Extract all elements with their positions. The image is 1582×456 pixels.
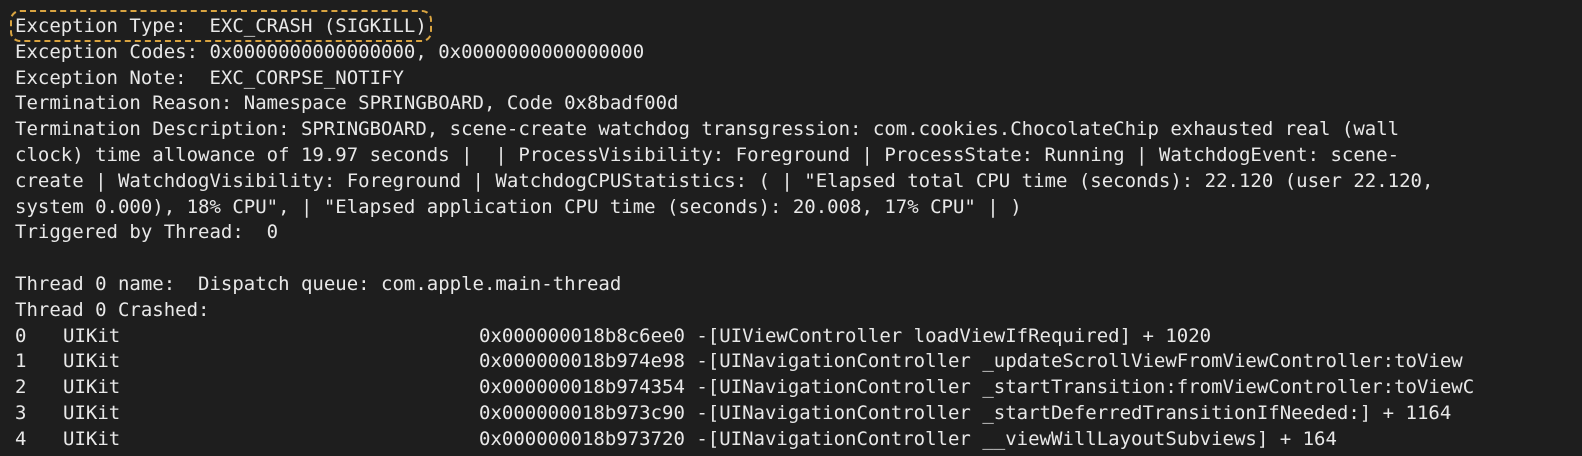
frame-index: 0 [15,324,27,347]
crash-log-terminal: Exception Type: EXC_CRASH (SIGKILL) Exce… [0,0,1582,456]
termination-description-line-3: create | WatchdogVisibility: Foreground … [15,169,1434,192]
thread-name-line: Thread 0 name: Dispatch queue: com.apple… [15,272,622,295]
frame-address-symbol: 0x000000018b8c6ee0 -[UIViewController lo… [479,324,1212,347]
frame-library: UIKit [63,350,121,373]
frame-index: 2 [15,376,27,399]
stack-frames: 0 UIKit 0x000000018b8c6ee0 -[UIViewControl… [15,324,1582,453]
stack-frame-row: 0 UIKit 0x000000018b8c6ee0 -[UIViewControl… [15,324,1582,350]
stack-frame-row: 1 UIKit 0x000000018b974e98 -[UINavigationC… [15,349,1582,375]
triggered-by-thread-line: Triggered by Thread: 0 [15,221,279,244]
exception-codes-line: Exception Codes: 0x0000000000000000, 0x0… [15,40,645,63]
frame-address-symbol: 0x000000018b973720 -[UINavigationControl… [479,427,1337,450]
frame-address-symbol: 0x000000018b974e98 -[UINavigationControl… [479,350,1463,373]
frame-address-symbol: 0x000000018b973c90 -[UINavigationControl… [479,401,1452,424]
frame-library: UIKit [63,427,121,450]
stack-frame-row: 4 UIKit 0x000000018b973720 -[UINavigationC… [15,427,1582,453]
frame-library: UIKit [63,401,121,424]
exception-type-line: Exception Type: EXC_CRASH (SIGKILL) [10,10,1582,42]
stack-frame-row: 3 UIKit 0x000000018b973c90 -[UINavigationC… [15,401,1582,427]
stack-frame-row: 2 UIKit 0x000000018b974354 -[UINavigationC… [15,375,1582,401]
termination-reason-line: Termination Reason: Namespace SPRINGBOAR… [15,92,679,115]
exception-type-highlight: Exception Type: EXC_CRASH (SIGKILL) [10,10,432,42]
frame-library: UIKit [63,376,121,399]
frame-address-symbol: 0x000000018b974354 -[UINavigationControl… [479,376,1475,399]
frame-index: 3 [15,401,27,424]
frame-library: UIKit [63,324,121,347]
exception-note-line: Exception Note: EXC_CORPSE_NOTIFY [15,66,404,89]
termination-description-line-2: clock) time allowance of 19.97 seconds |… [15,143,1400,166]
frame-index: 1 [15,350,27,373]
termination-description-line-4: system 0.000), 18% CPU", | "Elapsed appl… [15,195,1022,218]
thread-crashed-line: Thread 0 Crashed: [15,298,210,321]
frame-index: 4 [15,427,27,450]
termination-description-line-1: Termination Description: SPRINGBOARD, sc… [15,118,1400,141]
